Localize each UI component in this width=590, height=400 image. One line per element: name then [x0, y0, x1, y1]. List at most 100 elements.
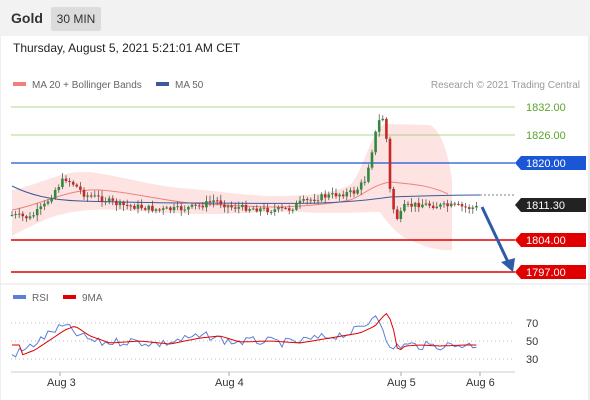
candle-body — [17, 213, 21, 215]
rsi-legend: RSI — [13, 293, 49, 304]
candle-body — [154, 209, 158, 211]
candle-body — [251, 208, 255, 210]
candle-body — [449, 203, 453, 207]
candle-body — [349, 190, 352, 193]
candle-body — [104, 201, 107, 203]
candle-body — [28, 216, 32, 219]
candle-body — [230, 205, 233, 208]
candle-body — [35, 209, 39, 216]
candle-body — [331, 193, 334, 195]
candle-body — [327, 194, 331, 198]
candle-body — [86, 195, 89, 197]
candle-body — [413, 202, 417, 207]
candle-body — [46, 201, 50, 204]
candle-body — [161, 208, 165, 210]
candle-body — [190, 204, 194, 207]
x-label-aug6: Aug 6 — [466, 377, 495, 389]
price-tag-1820: 1820.00 — [515, 156, 586, 170]
candle-body — [122, 202, 125, 206]
candle-body — [68, 181, 71, 183]
candle-body — [381, 118, 385, 121]
candle-body — [176, 206, 179, 208]
candle-body — [125, 205, 129, 207]
candle-body — [345, 192, 349, 197]
price-tag-1826: 1826.00 — [526, 130, 566, 142]
candle-body — [428, 203, 431, 206]
candle-body — [370, 152, 374, 168]
candle-body — [219, 200, 223, 205]
candle-body — [255, 208, 259, 212]
candle-body — [248, 209, 251, 211]
candle-body — [75, 184, 79, 187]
candle-body — [388, 138, 392, 189]
candle-body — [194, 204, 197, 206]
candle-body — [32, 215, 35, 217]
candle-body — [359, 182, 363, 190]
candle-body — [14, 214, 17, 216]
price-tag-current-text: 1811.30 — [526, 200, 565, 212]
candle-body — [341, 194, 345, 197]
rsi-level-50: 50 — [526, 336, 538, 348]
candle-body — [269, 211, 273, 213]
candle-body — [259, 208, 262, 212]
candle-body — [280, 207, 284, 209]
candle-body — [464, 206, 467, 208]
candle-body — [421, 204, 424, 208]
candle-body — [374, 131, 377, 153]
candle-body — [179, 206, 183, 211]
candle-body — [129, 205, 133, 207]
rsi-ma-legend: 9MA — [63, 293, 103, 304]
candle-body — [403, 203, 406, 211]
candle-body — [111, 198, 115, 201]
candle-body — [410, 203, 413, 207]
candle-body — [100, 196, 104, 202]
candle-body — [475, 205, 478, 208]
candle-body — [241, 204, 244, 208]
candle-body — [439, 204, 442, 207]
candle-body — [295, 203, 298, 210]
candle-body — [118, 202, 122, 206]
x-label-aug5: Aug 5 — [387, 377, 416, 389]
candle-body — [25, 216, 28, 219]
candle-body — [356, 189, 359, 194]
candle-body — [471, 207, 475, 209]
candle-body — [53, 190, 57, 199]
candle-body — [147, 205, 151, 210]
candle-body — [197, 205, 201, 207]
candle-body — [165, 207, 169, 209]
candle-body — [183, 209, 187, 211]
candle-body — [107, 198, 111, 202]
candle-body — [273, 209, 277, 212]
price-tag-1832-text: 1832.00 — [526, 102, 566, 114]
candle-body — [39, 206, 43, 210]
x-label-aug3: Aug 3 — [47, 377, 76, 389]
candle-body — [140, 204, 143, 209]
price-tag-1820-text: 1820.00 — [526, 158, 566, 170]
candle-body — [338, 194, 341, 197]
candle-body — [460, 204, 464, 207]
candle-body — [151, 205, 154, 211]
price-tag-1804: 1804.00 — [515, 233, 586, 247]
chart-canvas: 1832.00 1826.00 1820.00 1811.30 1804.00 … — [0, 36, 590, 400]
bollinger-band — [12, 124, 452, 251]
price-tag-1797-text: 1797.00 — [526, 267, 566, 279]
candle-body — [208, 201, 212, 203]
rsi-swatch-icon — [13, 295, 26, 300]
price-tag-1804-text: 1804.00 — [526, 235, 566, 247]
candle-body — [395, 209, 399, 219]
candle-body — [187, 206, 190, 210]
candle-body — [205, 201, 208, 208]
candle-body — [115, 200, 118, 206]
candle-body — [377, 120, 381, 132]
candle-body — [169, 207, 172, 211]
candle-body — [446, 203, 449, 207]
candle-body — [284, 207, 287, 209]
rsi-level-70: 70 — [526, 318, 538, 330]
candle-body — [143, 208, 147, 210]
candle-body — [442, 203, 446, 205]
candle-body — [302, 199, 305, 201]
candle-body — [237, 207, 241, 209]
candle-body — [158, 209, 161, 211]
candle-body — [223, 204, 226, 208]
candle-body — [244, 204, 248, 211]
